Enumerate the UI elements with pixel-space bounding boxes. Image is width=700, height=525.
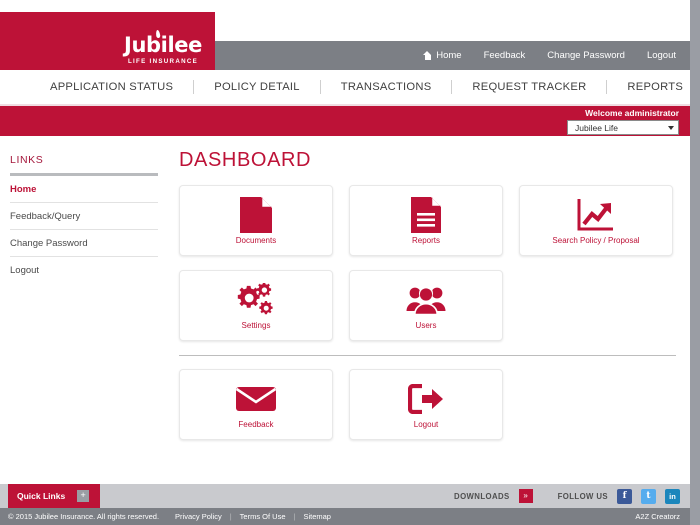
downloads-label[interactable]: DOWNLOADS [454,492,510,501]
tab-application-status[interactable]: APPLICATION STATUS [30,80,195,94]
card-settings[interactable]: Settings [179,270,333,341]
footer-top-bar: Quick Links + DOWNLOADS » FOLLOW US f t … [0,484,690,508]
tab-request-tracker[interactable]: REQUEST TRACKER [452,80,608,94]
card-search-policy-label: Search Policy / Proposal [552,235,640,245]
tab-transactions[interactable]: TRANSACTIONS [321,80,453,94]
logo-wordmark: Jubilee [124,33,202,57]
site-footer: Quick Links + DOWNLOADS » FOLLOW US f t … [0,484,690,525]
quick-links-expand-button[interactable]: + [77,490,90,502]
card-search-policy-proposal[interactable]: Search Policy / Proposal [519,185,673,256]
card-logout[interactable]: Logout [349,369,503,440]
card-reports[interactable]: Reports [349,185,503,256]
card-feedback[interactable]: Feedback [179,369,333,440]
sidebar-item-home[interactable]: Home [10,176,158,203]
body-area: LINKS Home Feedback/Query Change Passwor… [0,136,690,442]
chart-arrow-icon [577,197,615,233]
tab-policy-detail[interactable]: POLICY DETAIL [194,80,321,94]
welcome-bar: Welcome administrator Jubilee Life [0,106,690,136]
follow-us-label: FOLLOW US [557,491,608,501]
card-users-label: Users [415,320,437,330]
header-nav: Home Feedback Change Password Logout [423,41,676,70]
gears-icon [237,282,275,318]
twitter-icon[interactable]: t [641,488,656,504]
company-select-value: Jubilee Life [575,122,619,133]
footer-link-privacy-policy[interactable]: Privacy Policy [175,512,222,521]
chevron-down-icon [668,125,674,130]
linkedin-icon[interactable]: in [665,488,680,504]
logout-arrow-icon [408,381,444,417]
jubilee-logo[interactable]: Jubilee LIFE INSURANCE [115,29,211,65]
home-icon [423,51,432,60]
facebook-icon[interactable]: f [617,488,632,504]
card-row-2: Settings Users [179,270,676,341]
document-icon [240,196,272,233]
sidebar-item-change-password[interactable]: Change Password [10,230,158,257]
card-logout-label: Logout [413,419,439,429]
footer-separator-1: | [229,512,232,521]
footer-links: Privacy Policy | Terms Of Use | Sitemap [175,512,331,521]
sidebar-item-logout[interactable]: Logout [10,257,158,283]
card-row-1: Documents Reports Search Policy / Propos… [179,185,676,256]
footer-link-terms-of-use[interactable]: Terms Of Use [240,512,286,521]
site-header: Jubilee LIFE INSURANCE Home Feedback Cha… [0,12,690,70]
main-navigation-tabs: APPLICATION STATUS POLICY DETAIL TRANSAC… [0,70,690,106]
sidebar: LINKS Home Feedback/Query Change Passwor… [0,136,172,442]
quick-links-panel[interactable]: Quick Links + [8,484,100,508]
header-nav-feedback[interactable]: Feedback [484,50,526,61]
header-nav-change-password[interactable]: Change Password [547,50,625,61]
footer-separator-2: | [293,512,296,521]
card-documents[interactable]: Documents [179,185,333,256]
flame-icon [155,29,161,39]
section-divider [179,355,676,356]
card-feedback-label: Feedback [238,419,274,429]
users-icon [406,282,446,318]
tab-reports[interactable]: REPORTS [607,80,690,94]
header-utility-bar: Home Feedback Change Password Logout [215,41,690,70]
card-row-3: Feedback Logout [179,369,676,440]
footer-bottom-bar: © 2015 Jubilee Insurance. All rights res… [0,508,690,525]
footer-right-group: DOWNLOADS » FOLLOW US f t in [454,484,680,508]
dashboard-content: DASHBOARD Documents Reports Search Polic… [172,136,690,442]
card-settings-label: Settings [241,320,271,330]
sidebar-title: LINKS [10,154,44,166]
page-title: DASHBOARD [179,149,312,171]
header-nav-home[interactable]: Home [423,50,462,61]
quick-links-label: Quick Links [17,491,66,501]
welcome-message: Welcome administrator [585,108,679,118]
chevron-double-down-icon[interactable]: » [518,489,533,503]
envelope-icon [236,381,276,417]
logo-panel: Jubilee LIFE INSURANCE [0,12,215,70]
card-reports-label: Reports [411,235,440,245]
card-documents-label: Documents [235,235,277,245]
page-root: Jubilee LIFE INSURANCE Home Feedback Cha… [0,0,690,525]
copyright-text: © 2015 Jubilee Insurance. All rights res… [8,512,160,521]
company-select[interactable]: Jubilee Life [567,120,679,135]
logo-tagline: LIFE INSURANCE [127,58,199,65]
credit-text: A2Z Creatorz [635,512,680,521]
card-users[interactable]: Users [349,270,503,341]
sidebar-item-feedback-query[interactable]: Feedback/Query [10,203,158,230]
header-nav-logout[interactable]: Logout [647,50,676,61]
report-lines-icon [411,196,441,233]
footer-link-sitemap[interactable]: Sitemap [303,512,331,521]
header-nav-home-label: Home [436,50,462,61]
top-strip [0,0,690,12]
